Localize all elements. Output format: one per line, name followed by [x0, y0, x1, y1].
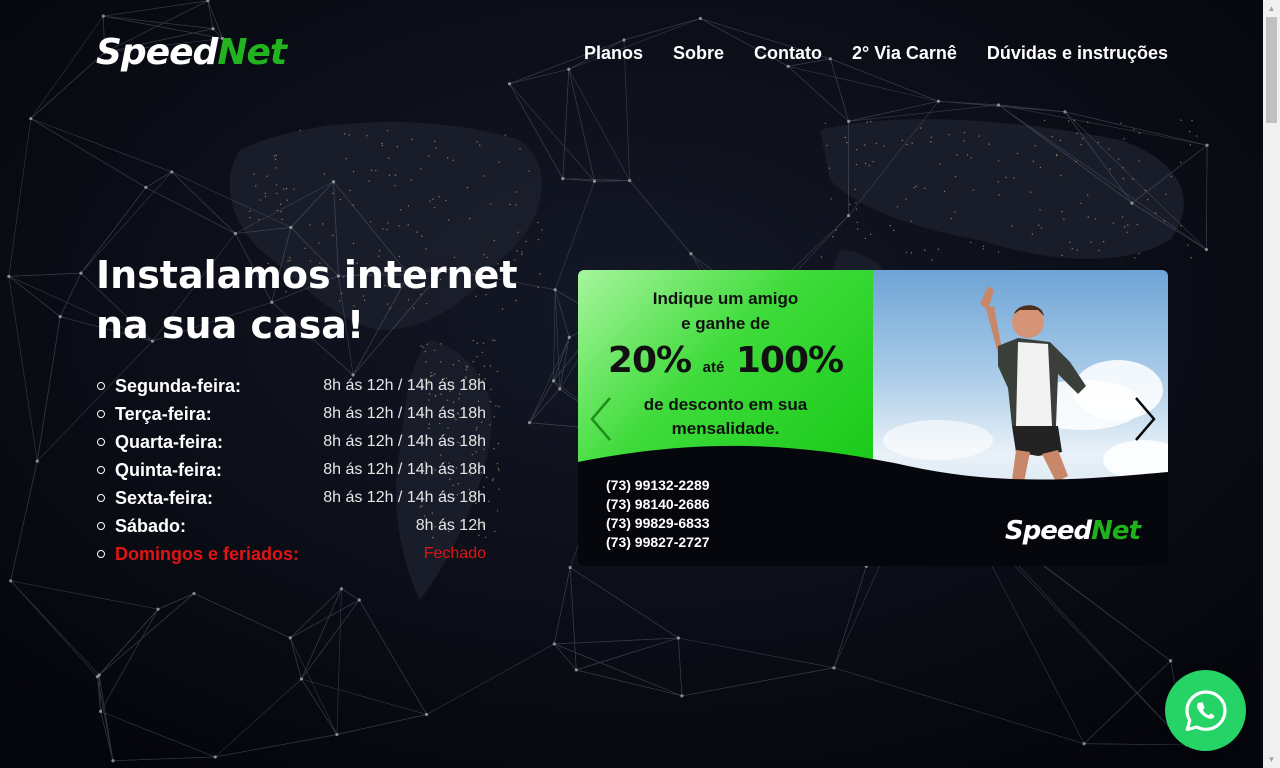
promo-pct-from: 20% [607, 340, 692, 381]
hours-item-saturday: Sábado: 8h ás 12h [96, 512, 486, 540]
hours-time: 8h ás 12h [415, 517, 486, 534]
nav-link-sobre[interactable]: Sobre [673, 43, 724, 64]
opening-hours-list: Segunda-feira: 8h ás 12h / 14h ás 18h Ter… [96, 372, 486, 568]
hours-day: Segunda-feira: [115, 375, 242, 396]
hours-time-closed: Fechado [423, 545, 486, 562]
nav-link-planos[interactable]: Planos [584, 43, 643, 64]
hours-day: Sábado: [115, 515, 187, 536]
brand-logo-part2: Net [217, 32, 287, 73]
hours-time: 8h ás 12h / 14h ás 18h [323, 405, 486, 422]
banner-logo: SpeedNet [1004, 516, 1141, 546]
promo-phone: (73) 99829-6833 [606, 515, 710, 531]
promo-phone: (73) 99132-2289 [606, 477, 710, 493]
chevron-right-icon [1135, 397, 1156, 441]
promo-line-1: Indique um amigo [652, 289, 799, 308]
promo-line-3: de desconto em sua [643, 395, 808, 414]
promo-ate: até [702, 359, 725, 376]
hours-time: 8h ás 12h / 14h ás 18h [323, 377, 486, 394]
nav-link-contato[interactable]: Contato [754, 43, 822, 64]
hours-item-tuesday: Terça-feira: 8h ás 12h / 14h ás 18h [96, 400, 486, 428]
hours-item-friday: Sexta-feira: 8h ás 12h / 14h ás 18h [96, 484, 486, 512]
promo-line-2: e ganhe de [681, 314, 770, 333]
hours-day: Terça-feira: [115, 403, 212, 424]
hours-time: 8h ás 12h / 14h ás 18h [323, 433, 486, 450]
hours-item-wednesday: Quarta-feira: 8h ás 12h / 14h ás 18h [96, 428, 486, 456]
scroll-up-icon[interactable]: ▲ [1263, 0, 1280, 17]
carousel-prev-button[interactable] [586, 394, 616, 444]
promo-discount: 20% até 100% [578, 336, 873, 393]
scrollbar[interactable]: ▲ ▼ [1263, 0, 1280, 768]
hours-day: Quinta-feira: [115, 459, 223, 480]
hours-item-monday: Segunda-feira: 8h ás 12h / 14h ás 18h [96, 372, 486, 400]
scrollbar-thumb[interactable] [1266, 17, 1277, 123]
brand-logo[interactable]: SpeedNet [96, 32, 287, 73]
nav-link-duvidas[interactable]: Dúvidas e instruções [987, 43, 1168, 64]
hours-day: Sexta-feira: [115, 487, 214, 508]
promo-text: Indique um amigo e ganhe de 20% até 100%… [578, 286, 873, 441]
carousel-next-button[interactable] [1130, 394, 1160, 444]
promo-phone: (73) 98140-2686 [606, 496, 710, 512]
hours-item-thursday: Quinta-feira: 8h ás 12h / 14h ás 18h [96, 456, 486, 484]
hours-time: 8h ás 12h / 14h ás 18h [323, 461, 486, 478]
nav-link-segunda-via-carne[interactable]: 2° Via Carnê [852, 43, 957, 64]
promo-pct-to: 100% [735, 340, 844, 381]
whatsapp-icon [1184, 689, 1227, 731]
whatsapp-button[interactable] [1165, 670, 1246, 751]
hours-time: 8h ás 12h / 14h ás 18h [323, 489, 486, 506]
chevron-left-icon [590, 397, 611, 441]
hours-day: Quarta-feira: [115, 431, 224, 452]
main-nav: Planos Sobre Contato 2° Via Carnê Dúvida… [584, 43, 1168, 64]
promo-carousel[interactable]: Indique um amigo e ganhe de 20% até 100%… [578, 270, 1168, 566]
hours-day: Domingos e feriados: [115, 543, 300, 564]
brand-logo-part1: Speed [96, 32, 218, 73]
banner-logo-part1: Speed [1004, 516, 1092, 546]
banner-logo-part2: Net [1091, 516, 1141, 546]
hero-title: Instalamos internet na sua casa! [96, 253, 518, 347]
promo-line-4: mensalidade. [671, 419, 780, 438]
promo-phone: (73) 99827-2727 [606, 534, 710, 550]
scroll-down-icon[interactable]: ▼ [1263, 751, 1280, 768]
hours-item-sundays-holidays: Domingos e feriados: Fechado [96, 540, 486, 568]
promo-phone-list: (73) 99132-2289 (73) 98140-2686 (73) 998… [606, 476, 710, 552]
